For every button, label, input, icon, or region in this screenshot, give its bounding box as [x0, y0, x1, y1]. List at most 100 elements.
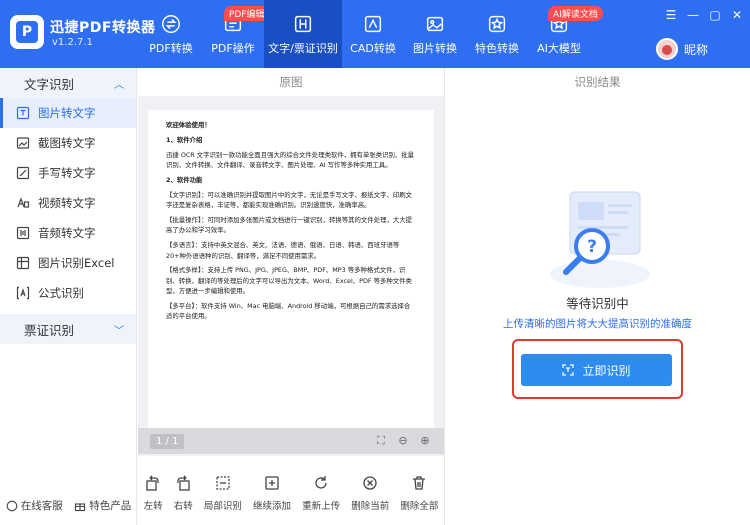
gift-icon: [75, 502, 86, 511]
sidebar-group-certificate[interactable]: 票证识别 ﹀: [0, 314, 136, 344]
nav-image[interactable]: 图片转换: [404, 0, 466, 68]
online-service-label: 在线客服: [20, 500, 63, 512]
nav-badge: PDF编辑: [223, 6, 270, 21]
maximize-icon[interactable]: ▢: [708, 8, 722, 22]
zoom-controls: ⛶ ⊖ ⊕: [374, 434, 432, 448]
nav-label: PDF转换: [149, 42, 193, 55]
delete-all-button[interactable]: 删除全部: [400, 474, 438, 512]
fit-icon[interactable]: ⛶: [374, 434, 388, 448]
sidebar-group-label: 票证识别: [24, 322, 75, 338]
waiting-illustration: ?: [550, 191, 650, 288]
app-logo: P: [10, 15, 44, 49]
screenshot-icon: [16, 136, 30, 150]
nav-ai[interactable]: AI解读文档 AI大模型: [528, 0, 603, 68]
close-icon[interactable]: ✕: [730, 8, 744, 22]
avatar: [656, 38, 678, 60]
delete-current-button[interactable]: 删除当前: [351, 474, 389, 512]
reupload-button[interactable]: 重新上传: [302, 474, 340, 512]
doc-line: 【文字识别】：可以准确识别并提取图片中的文字，无论是手写文字、报纸文字、印刷文字…: [166, 190, 413, 210]
sidebar-item-label: 截图转文字: [38, 136, 96, 150]
convert-icon: [162, 15, 180, 33]
rotate-right-button[interactable]: 右转: [174, 474, 193, 512]
user-name: 昵称: [684, 42, 709, 57]
features-link[interactable]: 特色产品: [74, 498, 131, 513]
nav-label: 图片转换: [413, 42, 457, 55]
start-ocr-label: 立即识别: [582, 363, 631, 378]
zoom-in-icon[interactable]: ⊕: [418, 434, 432, 448]
app-version: v1.2.7.1: [52, 37, 93, 48]
sidebar-item-screenshot[interactable]: 截图转文字: [0, 128, 136, 158]
doc-line: 欢迎体验使用！: [166, 121, 211, 129]
ocr-icon: [294, 15, 312, 33]
top-bar: P 迅捷PDF转换器 v1.2.7.1 PDF转换 PDF编辑 PDF操作 文字…: [0, 0, 750, 68]
nav-pdf-convert[interactable]: PDF转换: [140, 0, 202, 68]
sidebar-item-label: 手写转文字: [38, 166, 96, 180]
document-preview: 欢迎体验使用！ 1、软件介绍 迅捷 OCR 文字识别一款功能全面且强大的综合文件…: [148, 110, 434, 428]
doc-line: 【多语言】：支持中英文混合、英文、法语、德语、俄语、日语、韩语、西班牙语等 20…: [166, 241, 400, 260]
page-bar: 1 / 1 ⛶ ⊖ ⊕: [138, 428, 444, 454]
sidebar-item-audio[interactable]: 音频转文字: [0, 218, 136, 248]
doc-line: 2、软件功能: [166, 175, 203, 184]
sidebar-item-label: 音频转文字: [38, 226, 96, 240]
nav-ocr[interactable]: 文字/票证识别: [264, 0, 342, 68]
image-text-icon: [16, 106, 30, 120]
tool-label: 删除当前: [351, 501, 390, 512]
user-menu[interactable]: 昵称: [656, 38, 708, 60]
nav-pdf-operate[interactable]: PDF编辑 PDF操作: [202, 0, 270, 68]
sidebar: 文字识别 ︿ 图片转文字 截图转文字 手写转文字 视频转文字 音频转文字 图片识…: [0, 68, 137, 525]
sidebar-item-label: 视频转文字: [38, 196, 96, 210]
nav-label: PDF操作: [211, 42, 255, 55]
start-ocr-button[interactable]: 立即识别: [521, 354, 672, 386]
sidebar-item-handwriting[interactable]: 手写转文字: [0, 158, 136, 188]
tool-label: 继续添加: [252, 501, 291, 512]
audio-icon: [16, 226, 30, 240]
sidebar-item-label: 图片转文字: [38, 106, 96, 120]
chevron-up-icon: ︿: [114, 79, 124, 91]
image-toolbar: 左转 右转 局部识别 继续添加 重新上传 删除当前 删除全部: [138, 466, 444, 520]
cad-icon: [364, 15, 382, 33]
add-icon: [265, 476, 279, 490]
waiting-hint: 上传清晰的图片将大大提高识别的准确度: [503, 318, 692, 330]
rotate-left-button[interactable]: 左转: [144, 474, 163, 512]
partial-ocr-button[interactable]: 局部识别: [204, 474, 242, 512]
doc-line: 【格式多样】：支持上传 PNG、JPG、JPEG、BMP、PDF、MP3 等多种…: [166, 266, 412, 296]
delete-all-icon: [413, 476, 426, 490]
nav-feature[interactable]: 特色转换: [466, 0, 528, 68]
minimize-icon[interactable]: —: [686, 8, 700, 22]
nav-badge: AI解读文档: [548, 6, 603, 21]
window-controls: ☰ — ▢ ✕: [664, 8, 744, 22]
waiting-title: 等待识别中: [566, 296, 629, 311]
online-service-link[interactable]: 在线客服: [6, 498, 63, 513]
tool-label: 左转: [143, 501, 163, 512]
nav-label: 文字/票证识别: [268, 42, 338, 55]
zoom-out-icon[interactable]: ⊖: [396, 434, 410, 448]
nav-cad[interactable]: CAD转换: [342, 0, 404, 68]
sidebar-item-label: 公式识别: [38, 286, 84, 300]
tool-label: 删除全部: [400, 501, 439, 512]
handwriting-icon: [16, 166, 30, 180]
image-icon: [426, 16, 444, 32]
result-header: 识别结果: [445, 68, 750, 96]
delete-current-icon: [363, 476, 377, 490]
chat-icon: [6, 500, 18, 511]
sidebar-item-formula[interactable]: 公式识别: [0, 278, 136, 308]
doc-line: 1、软件介绍: [166, 135, 203, 144]
original-header: 原图: [138, 68, 444, 96]
tool-label: 右转: [173, 501, 193, 512]
crop-icon: [216, 476, 230, 490]
sidebar-footer: 在线客服 特色产品: [0, 498, 137, 513]
sidebar-item-excel[interactable]: 图片识别Excel: [0, 248, 136, 278]
nav-label: CAD转换: [350, 42, 396, 55]
menu-icon[interactable]: ☰: [664, 8, 678, 22]
sidebar-item-image-to-text[interactable]: 图片转文字: [0, 98, 136, 128]
scan-icon: [562, 364, 575, 376]
reupload-icon: [315, 476, 327, 489]
add-more-button[interactable]: 继续添加: [253, 474, 291, 512]
doc-line: 【批量操作】：可同时添加多张图片或文档进行一键识别，转换等其的文件处理，大大提高…: [166, 216, 413, 235]
excel-icon: [16, 256, 30, 270]
sidebar-item-video[interactable]: 视频转文字: [0, 188, 136, 218]
sidebar-group-ocr[interactable]: 文字识别 ︿: [0, 68, 136, 98]
logo-letter: P: [16, 21, 38, 43]
result-panel: ? 等待识别中 上传清晰的图片将大大提高识别的准确度 立即识别: [445, 96, 750, 525]
chevron-down-icon: ﹀: [114, 325, 124, 337]
